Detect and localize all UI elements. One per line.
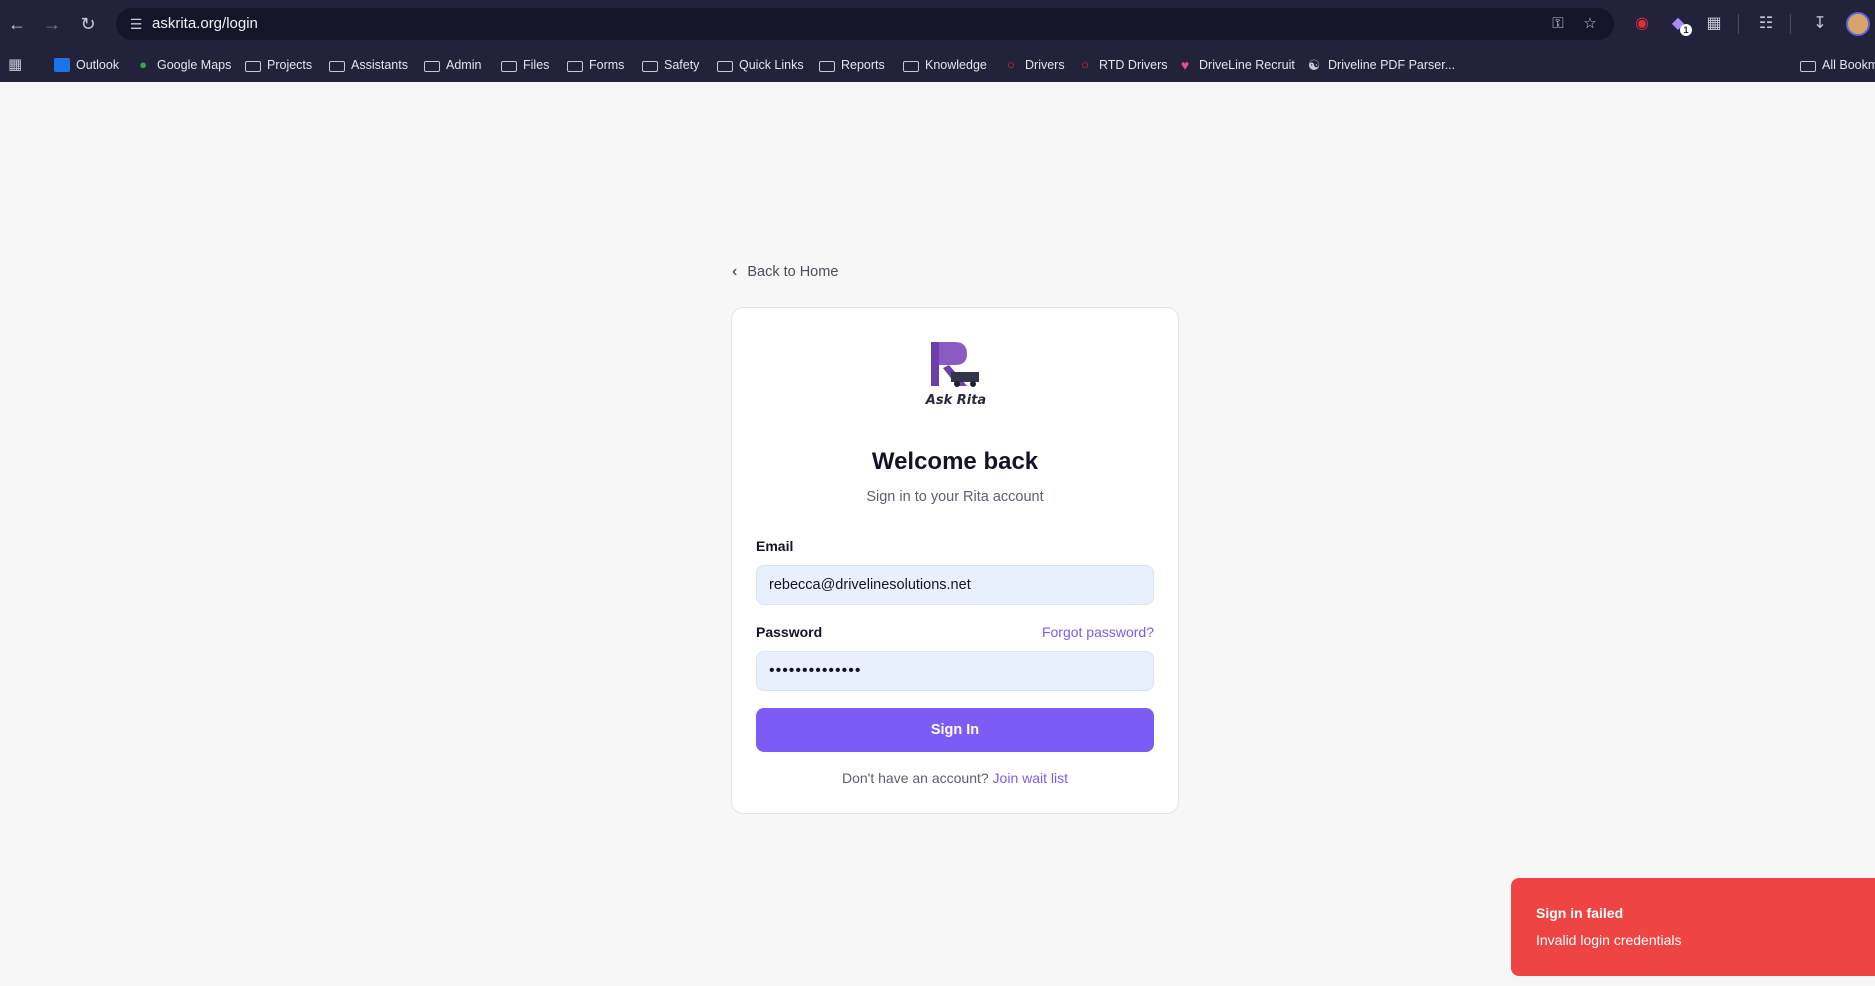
ask-rita-logo: Ask Rita xyxy=(925,342,986,408)
bookmark-label: Google Maps xyxy=(157,58,232,72)
bookmark-safety[interactable]: Safety xyxy=(642,48,699,82)
toast-message: Invalid login credentials xyxy=(1536,932,1682,948)
password-field[interactable]: •••••••••••••• xyxy=(756,651,1154,691)
bookmark-label: Outlook xyxy=(76,58,120,72)
pin-icon: ○ xyxy=(1007,57,1015,72)
site-settings-icon[interactable]: ☰ xyxy=(124,12,148,36)
folder-icon xyxy=(424,60,440,72)
reload-icon[interactable]: ↻ xyxy=(76,12,100,36)
forgot-password-link[interactable]: Forgot password? xyxy=(1042,624,1154,640)
folder-icon xyxy=(717,60,733,72)
bookmark-label: All Bookm xyxy=(1822,58,1875,72)
sign-in-button[interactable]: Sign In xyxy=(756,708,1154,752)
bookmark-assistants[interactable]: Assistants xyxy=(329,48,408,82)
bookmark-label: Files xyxy=(523,58,550,72)
signup-prompt: Don't have an account? Join wait list xyxy=(732,770,1178,786)
logo-text: Ask Rita xyxy=(925,393,986,408)
toolbar-divider xyxy=(1790,14,1791,34)
folder-icon xyxy=(903,60,919,72)
bookmark-projects[interactable]: Projects xyxy=(245,48,312,82)
toolbar-divider xyxy=(1738,14,1739,34)
star-icon[interactable]: ☆ xyxy=(1578,12,1602,36)
bookmark-label: Safety xyxy=(664,58,700,72)
maps-pin-icon: ● xyxy=(139,57,147,72)
login-card: Ask Rita Welcome back Sign in to your Ri… xyxy=(731,307,1179,814)
bookmark-label: Forms xyxy=(589,58,625,72)
bookmark-label: Knowledge xyxy=(925,58,987,72)
key-icon[interactable]: ⚿ xyxy=(1546,12,1570,36)
bookmarks-bar: ▦ Outlook ● Google Maps Projects Assista… xyxy=(0,48,1875,82)
apps-grid-icon[interactable]: ▦ xyxy=(8,57,24,73)
bookmark-label: Assistants xyxy=(351,58,408,72)
browser-chrome: ← → ↻ ☰ askrita.org/login ⚿ ☆ ◉ ◆ 1 ▦ ☷ … xyxy=(0,0,1875,82)
url-text[interactable]: askrita.org/login xyxy=(152,8,258,40)
chevron-left-icon: ‹ xyxy=(732,263,738,280)
bookmark-outlook[interactable]: Outlook xyxy=(54,48,119,82)
folder-icon xyxy=(1800,60,1816,72)
extension-badge: 1 xyxy=(1680,24,1692,36)
pin-icon: ○ xyxy=(1081,57,1089,72)
bookmark-label: DriveLine Recruit xyxy=(1199,58,1295,72)
signup-prompt-text: Don't have an account? xyxy=(841,770,989,786)
reading-list-icon[interactable]: ☷ xyxy=(1754,12,1778,36)
error-toast[interactable]: Sign in failed Invalid login credentials xyxy=(1511,878,1875,976)
email-label: Email xyxy=(756,538,794,554)
folder-icon xyxy=(567,60,583,72)
bookmark-label: Projects xyxy=(267,58,313,72)
back-to-home-link[interactable]: ‹ Back to Home xyxy=(732,262,838,282)
outlook-icon xyxy=(54,58,70,72)
bookmark-forms[interactable]: Forms xyxy=(567,48,624,82)
bookmark-label: Quick Links xyxy=(739,58,804,72)
bookmark-label: Admin xyxy=(446,58,482,72)
bookmark-label: Driveline PDF Parser... xyxy=(1328,58,1456,72)
folder-icon xyxy=(329,60,345,72)
extension-icon[interactable]: ◆ 1 xyxy=(1666,12,1692,36)
folder-icon xyxy=(819,60,835,72)
bookmark-driveline-pdf-parser[interactable]: ☯ Driveline PDF Parser... xyxy=(1306,48,1455,82)
bookmark-label: Reports xyxy=(841,58,885,72)
page-subtitle: Sign in to your Rita account xyxy=(866,489,1044,505)
folder-icon xyxy=(642,60,658,72)
join-wait-list-link[interactable]: Join wait list xyxy=(993,770,1068,786)
folder-icon xyxy=(245,60,261,72)
puzzle-icon[interactable]: ▦ xyxy=(1702,12,1726,36)
bookmark-reports[interactable]: Reports xyxy=(819,48,885,82)
back-arrow-icon[interactable]: ← xyxy=(5,12,29,36)
bookmark-knowledge[interactable]: Knowledge xyxy=(903,48,987,82)
bookmark-label: Drivers xyxy=(1025,58,1065,72)
toast-title: Sign in failed xyxy=(1536,905,1624,921)
page-title: Welcome back xyxy=(871,448,1039,475)
download-icon[interactable]: ↧ xyxy=(1808,12,1832,36)
extension-pin-icon[interactable]: ◉ xyxy=(1630,12,1654,36)
forward-arrow-icon[interactable]: → xyxy=(40,12,64,36)
bookmark-drivers[interactable]: ○ Drivers xyxy=(1003,48,1065,82)
email-field[interactable]: rebecca@drivelinesolutions.net xyxy=(756,565,1154,605)
password-label: Password xyxy=(756,624,823,640)
bookmark-files[interactable]: Files xyxy=(501,48,549,82)
back-to-home-label: Back to Home xyxy=(747,264,839,280)
browser-toolbar: ← → ↻ ☰ askrita.org/login ⚿ ☆ ◉ ◆ 1 ▦ ☷ … xyxy=(0,0,1875,48)
bookmark-label: RTD Drivers xyxy=(1099,58,1168,72)
address-bar[interactable]: ☰ askrita.org/login ⚿ ☆ xyxy=(116,8,1614,40)
bookmark-quick-links[interactable]: Quick Links xyxy=(717,48,804,82)
folder-icon xyxy=(501,60,517,72)
bookmark-all-bookmarks[interactable]: All Bookm xyxy=(1800,48,1875,82)
globe-icon: ☯ xyxy=(1307,57,1321,73)
heart-icon: ♥ xyxy=(1180,57,1190,73)
bookmark-rtd-drivers[interactable]: ○ RTD Drivers xyxy=(1077,48,1168,82)
bookmark-google-maps[interactable]: ● Google Maps xyxy=(135,48,231,82)
profile-avatar[interactable] xyxy=(1846,12,1870,36)
bookmark-driveline-recruit[interactable]: ♥ DriveLine Recruit xyxy=(1177,48,1295,82)
bookmark-admin[interactable]: Admin xyxy=(424,48,481,82)
